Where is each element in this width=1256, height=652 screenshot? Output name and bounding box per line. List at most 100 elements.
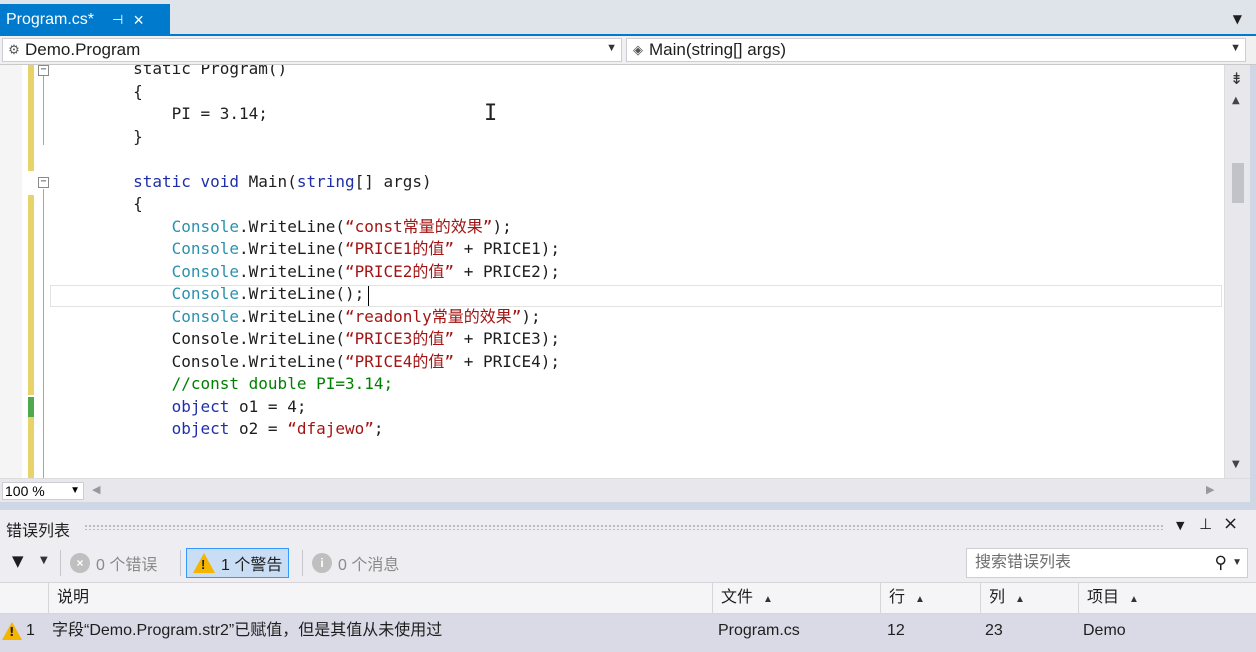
code-line[interactable]: Console.WriteLine(“readonly常量的效果”); (56, 306, 541, 328)
chevron-down-icon: ▼ (1230, 42, 1241, 54)
code-line[interactable]: PI = 3.14; (56, 103, 268, 125)
code-token: + PRICE1); (454, 239, 561, 258)
code-token: “PRICE1的值” (345, 239, 455, 258)
column-header-project[interactable]: 项目 ▲ (1078, 583, 1256, 613)
code-line[interactable]: { (56, 193, 143, 215)
filter-icon[interactable]: ▼ (12, 552, 24, 570)
zoom-dropdown[interactable]: 100 % ▼ (2, 482, 84, 500)
code-line[interactable]: //const double PI=3.14; (56, 373, 394, 395)
search-icon[interactable]: ⚲ (1215, 549, 1227, 577)
column-header-column[interactable]: 列 ▲ (980, 583, 1078, 613)
warning-icon (2, 622, 22, 640)
error-icon: × (70, 553, 90, 573)
code-token: Console (171, 261, 240, 281)
navigation-bar: ⚙ Demo.Program ▼ ◈ Main(string[] args) ▼ (0, 36, 1256, 65)
chevron-down-icon: ▼ (606, 42, 617, 54)
error-list-toolbar: ▼ ▼ × 0 个错误 1 个警告 i 0 个消息 搜索错误列表 ⚲ ▼ (0, 544, 1256, 582)
member-dropdown[interactable]: ◈ Main(string[] args) ▼ (626, 38, 1246, 62)
messages-filter-button[interactable]: i 0 个消息 (306, 548, 405, 578)
member-dropdown-value: Main(string[] args) (649, 40, 786, 59)
code-line[interactable]: Console.WriteLine(“const常量的效果”); (56, 216, 512, 238)
vertical-scrollbar[interactable]: ⇟ ▲ ▼ (1224, 65, 1250, 478)
tab-overflow-dropdown-icon[interactable]: ▼ (1233, 12, 1242, 26)
code-line[interactable]: Console.WriteLine(); (56, 283, 365, 305)
tab-program-cs[interactable]: Program.cs* ⊣ × (0, 4, 170, 36)
scroll-right-icon[interactable]: ▶ (1206, 483, 1214, 496)
code-token: { (133, 81, 143, 101)
column-header-line[interactable]: 行 ▲ (880, 583, 980, 613)
chevron-down-icon[interactable]: ▼ (1232, 549, 1242, 577)
window-position-icon[interactable]: ▼ (1176, 519, 1184, 532)
code-token: object (171, 419, 230, 438)
code-token: + PRICE3); (454, 329, 561, 348)
code-line[interactable]: static Program() (56, 65, 287, 80)
code-line[interactable]: } (56, 126, 143, 148)
indicator-margin (0, 65, 22, 478)
close-icon[interactable]: × (1223, 513, 1238, 534)
scroll-up-icon[interactable]: ▲ (1232, 95, 1240, 106)
zoom-value: 100 % (5, 483, 45, 499)
close-icon[interactable]: × (133, 11, 144, 29)
code-token: ; (373, 419, 384, 438)
code-token: Console (171, 284, 240, 303)
type-dropdown[interactable]: ⚙ Demo.Program ▼ (2, 38, 622, 62)
code-line[interactable]: object o1 = 4; (56, 396, 307, 418)
table-row[interactable]: 1 字段“Demo.Program.str2”已赋值，但是其值从未使用过 Pro… (0, 614, 1256, 652)
code-token: “const常量的效果” (345, 216, 493, 236)
outline-guide (43, 73, 44, 145)
pin-icon[interactable]: ⊣ (112, 12, 123, 28)
code-editor[interactable]: − − static Program() { PI = 3.14; } stat… (0, 65, 1224, 478)
panel-title-bar: 错误列表 ▼ ⊥ × (0, 510, 1256, 544)
change-tracking-bar (28, 65, 34, 171)
column-header-icon[interactable] (0, 583, 48, 613)
code-line[interactable]: object o2 = “dfajewo”; (56, 418, 384, 440)
scroll-left-icon[interactable]: ◀ (92, 483, 100, 496)
code-token: “PRICE2的值” (345, 261, 455, 281)
row-description: 字段“Demo.Program.str2”已赋值，但是其值从未使用过 (52, 622, 443, 639)
search-error-list-input[interactable]: 搜索错误列表 ⚲ ▼ (966, 548, 1248, 578)
toolbar-separator (180, 550, 181, 576)
error-list-panel: 错误列表 ▼ ⊥ × ▼ ▼ × 0 个错误 1 个警告 i 0 个消息 (0, 510, 1256, 652)
change-tracking-bar (28, 417, 34, 478)
code-token: Console (171, 239, 240, 258)
chevron-down-icon[interactable]: ▼ (40, 555, 48, 566)
code-line[interactable]: Console.WriteLine(“PRICE3的值” + PRICE3); (56, 328, 560, 350)
split-window-icon[interactable]: ⇟ (1230, 69, 1243, 88)
code-line[interactable]: { (56, 81, 143, 103)
chevron-down-icon: ▼ (70, 485, 80, 496)
code-token: “dfajewo” (287, 419, 374, 438)
scroll-down-icon[interactable]: ▼ (1232, 459, 1240, 470)
warnings-filter-button[interactable]: 1 个警告 (186, 548, 290, 578)
code-token: .WriteLine(); (239, 284, 365, 303)
errors-count-label: 0 个错误 (96, 557, 158, 574)
column-header-file[interactable]: 文件 ▲ (712, 583, 880, 613)
code-token: .WriteLine( (239, 261, 345, 281)
scrollbar-thumb[interactable] (1232, 163, 1244, 203)
code-line[interactable]: static void Main(string[] args) (56, 171, 432, 193)
horizontal-scrollbar[interactable]: 100 % ▼ ◀ ▶ (0, 478, 1250, 502)
code-token: “readonly常量的效果” (345, 306, 522, 326)
code-line[interactable]: Console.WriteLine(“PRICE4的值” + PRICE4); (56, 351, 560, 373)
collapse-icon[interactable]: − (38, 177, 49, 188)
panel-grip[interactable] (84, 524, 1164, 530)
code-token: + PRICE4); (454, 351, 561, 371)
code-token: Main( (248, 171, 297, 191)
code-token: + PRICE2); (454, 261, 561, 281)
pin-icon[interactable]: ⊥ (1199, 515, 1212, 533)
code-line[interactable]: Console.WriteLine(“PRICE1的值” + PRICE1); (56, 238, 560, 260)
text-caret (368, 286, 369, 306)
code-token: o1 = 4; (229, 396, 307, 416)
errors-filter-button[interactable]: × 0 个错误 (64, 548, 163, 578)
code-line[interactable]: Console.WriteLine(“PRICE2的值” + PRICE2); (56, 261, 560, 283)
column-header-description[interactable]: 说明 (48, 583, 712, 613)
code-token: } (133, 126, 143, 146)
collapse-icon[interactable]: − (38, 65, 49, 76)
visual-studio-window: Program.cs* ⊣ × ▼ ⚙ Demo.Program ▼ ◈ Mai… (0, 0, 1256, 652)
saved-change-bar (28, 397, 34, 417)
panel-title: 错误列表 (6, 523, 71, 540)
